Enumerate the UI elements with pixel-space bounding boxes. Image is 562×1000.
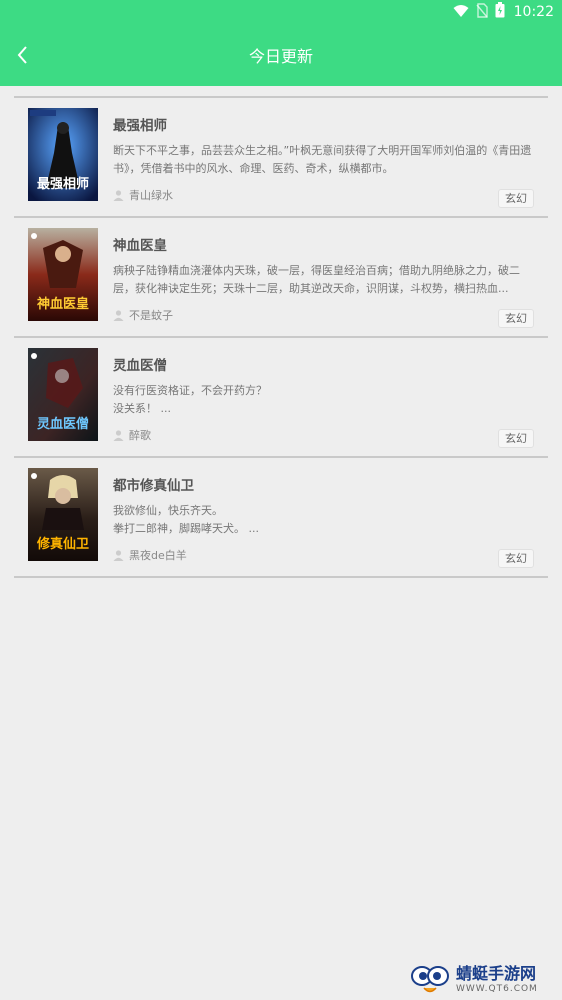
- book-list-item[interactable]: 灵血医僧 灵血医僧 没有行医资格证，不会开药方？ 没关系！ ... 醉歌 玄幻: [14, 336, 548, 456]
- genre-tag[interactable]: 玄幻: [498, 429, 534, 448]
- book-list-item[interactable]: 修真仙卫 都市修真仙卫 我欲修仙，快乐齐天。 拳打二郎神，脚踢哮天犬。 ... …: [14, 456, 548, 576]
- battery-icon: [495, 2, 505, 22]
- book-cover: 最强相师: [28, 108, 98, 201]
- person-icon: [113, 429, 124, 441]
- book-title: 最强相师: [113, 118, 167, 134]
- author-name: 青山绿水: [129, 189, 173, 202]
- book-description: 我欲修仙，快乐齐天。 拳打二郎神，脚踢哮天犬。 ...: [113, 504, 259, 535]
- book-title: 神血医皇: [113, 238, 167, 254]
- author-name: 不是蚊子: [129, 309, 173, 322]
- app-bar: 今日更新: [0, 24, 562, 86]
- status-bar: 10:22: [0, 0, 562, 24]
- book-author: 青山绿水: [113, 187, 173, 203]
- genre-tag[interactable]: 玄幻: [498, 189, 534, 208]
- book-author: 黑夜de白羊: [113, 547, 187, 563]
- wifi-icon: [453, 3, 469, 22]
- person-icon: [113, 189, 124, 201]
- page-title: 今日更新: [248, 47, 313, 66]
- author-name: 醉歌: [129, 429, 151, 442]
- svg-text:修真仙卫: 修真仙卫: [36, 536, 89, 552]
- genre-tag[interactable]: 玄幻: [498, 549, 534, 568]
- book-description: 没有行医资格证，不会开药方？ 没关系！ ...: [113, 384, 267, 415]
- author-name: 黑夜de白羊: [129, 549, 187, 562]
- book-author: 不是蚊子: [113, 307, 173, 323]
- person-icon: [113, 309, 124, 321]
- book-title: 灵血医僧: [113, 358, 167, 374]
- book-author: 醉歌: [113, 427, 151, 443]
- genre-tag[interactable]: 玄幻: [498, 309, 534, 328]
- book-list-item[interactable]: 最强相师 最强相师 断天下不平之事，品芸芸众生之相。”叶枫无意间获得了大明开国军…: [14, 96, 548, 216]
- book-description: 病秧子陆铮精血浇灌体内天珠，破一层，得医皇经治百病；借助九阴绝脉之力，破二层，获…: [113, 264, 520, 295]
- book-cover: 神血医皇: [28, 228, 98, 321]
- watermark: 蜻蜓手游网 WWW.QT6.COM: [408, 962, 558, 998]
- watermark-url: WWW.QT6.COM: [456, 984, 538, 994]
- book-list-item[interactable]: 神血医皇 神血医皇 病秧子陆铮精血浇灌体内天珠，破一层，得医皇经治百病；借助九阴…: [14, 216, 548, 336]
- svg-text:神血医皇: 神血医皇: [37, 296, 89, 312]
- status-time: 10:22: [513, 4, 554, 20]
- book-cover: 灵血医僧: [28, 348, 98, 441]
- list-bottom-divider: [14, 576, 548, 578]
- book-description: 断天下不平之事，品芸芸众生之相。”叶枫无意间获得了大明开国军师刘伯温的《青田遗书…: [113, 144, 532, 175]
- book-cover: 修真仙卫: [28, 468, 98, 561]
- svg-text:最强相师: 最强相师: [37, 176, 89, 192]
- book-title: 都市修真仙卫: [113, 478, 194, 494]
- watermark-name: 蜻蜓手游网: [456, 964, 537, 983]
- book-list: 最强相师 最强相师 断天下不平之事，品芸芸众生之相。”叶枫无意间获得了大明开国军…: [14, 96, 548, 578]
- svg-text:灵血医僧: 灵血医僧: [37, 416, 89, 432]
- person-icon: [113, 549, 124, 561]
- dragonfly-logo-icon: [411, 966, 449, 993]
- no-sim-icon: [476, 2, 488, 22]
